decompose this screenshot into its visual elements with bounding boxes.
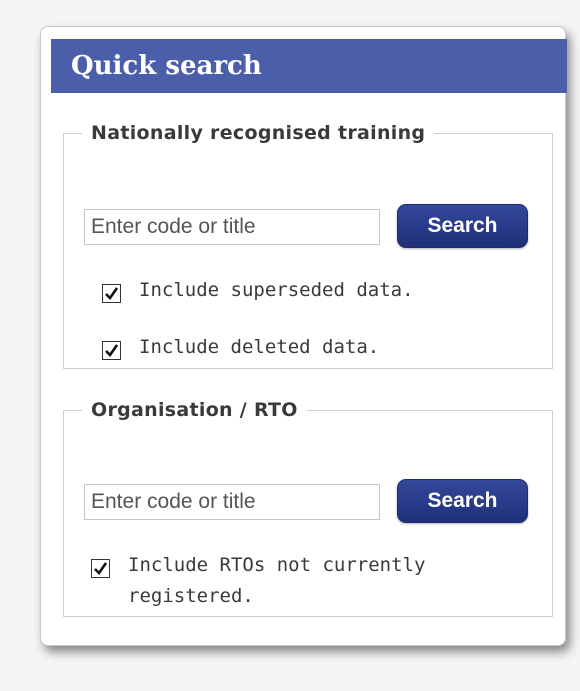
organisation-search-input[interactable] bbox=[84, 484, 380, 520]
include-superseded-checkbox[interactable] bbox=[102, 284, 121, 303]
include-unregistered-rtos-checkbox[interactable] bbox=[91, 559, 110, 578]
organisation-search-button[interactable]: Search bbox=[397, 479, 528, 523]
training-search-button[interactable]: Search bbox=[397, 204, 528, 248]
include-unregistered-rtos-label: Include RTOs not currently registered. bbox=[128, 554, 426, 607]
training-fieldset: Nationally recognised training Search In… bbox=[63, 122, 553, 369]
panel-title: Quick search bbox=[51, 39, 567, 93]
include-unregistered-rtos-option[interactable]: Include RTOs not currently registered. bbox=[91, 554, 468, 612]
include-deleted-option[interactable]: Include deleted data. bbox=[102, 336, 379, 363]
include-deleted-label: Include deleted data. bbox=[139, 336, 380, 358]
training-legend: Nationally recognised training bbox=[91, 122, 426, 144]
organisation-fieldset: Organisation / RTO Search Include RTOs n… bbox=[63, 399, 553, 617]
checkmark-icon bbox=[94, 562, 108, 576]
include-deleted-checkbox[interactable] bbox=[102, 341, 121, 360]
checkmark-icon bbox=[105, 287, 119, 301]
organisation-legend: Organisation / RTO bbox=[91, 399, 298, 421]
include-superseded-option[interactable]: Include superseded data. bbox=[102, 279, 414, 306]
include-superseded-label: Include superseded data. bbox=[139, 279, 414, 301]
training-search-input[interactable] bbox=[84, 209, 380, 245]
checkmark-icon bbox=[105, 344, 119, 358]
quick-search-panel: Quick search Nationally recognised train… bbox=[40, 26, 567, 646]
